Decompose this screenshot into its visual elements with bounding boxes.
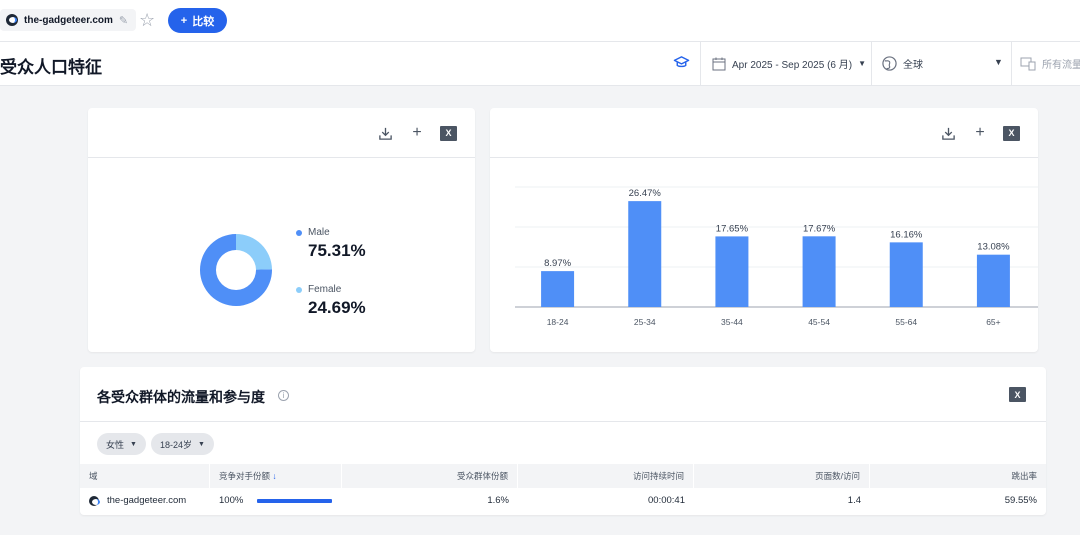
download-icon[interactable]	[376, 124, 394, 142]
legend-female-value: 24.69%	[308, 298, 366, 317]
row-visit-duration: 00:00:41	[648, 495, 685, 506]
site-name: the-gadgeteer.com	[24, 14, 113, 26]
data-label: 13.08%	[977, 242, 1010, 253]
region-label: 全球	[903, 60, 923, 71]
top-bar: the-gadgeteer.com ✎ ☆ + 比较	[0, 0, 1080, 42]
sort-arrow-down-icon: ↓	[272, 471, 277, 481]
plus-icon: +	[180, 14, 188, 27]
devices-icon	[1020, 57, 1036, 70]
column-header-audience-share[interactable]: 受众群体份额	[342, 464, 518, 488]
divider	[871, 42, 872, 86]
gender-card: + X Male 75.31% Female 24.69%	[88, 108, 475, 352]
page-title: 受众人口特征	[0, 58, 102, 77]
x-tick-label: 18-24	[547, 317, 569, 327]
divider	[80, 421, 1046, 422]
info-icon[interactable]: i	[278, 390, 289, 401]
traffic-label: 所有流量	[1042, 60, 1080, 71]
data-label: 16.16%	[890, 229, 923, 240]
data-label: 17.67%	[803, 223, 836, 234]
pencil-icon[interactable]: ✎	[119, 14, 128, 27]
legend-male: Male 75.31%	[296, 227, 366, 261]
column-header-pages-per-visit[interactable]: 页面数/访问	[694, 464, 870, 488]
x-tick-label: 35-44	[721, 317, 743, 327]
x-tick-label: 25-34	[634, 317, 656, 327]
star-icon[interactable]: ☆	[139, 9, 155, 31]
download-icon[interactable]	[939, 124, 957, 142]
age-card: + X 8.97% 18-24 26.47% 25-34 17.65% 35-44 17.6…	[490, 108, 1038, 352]
bar-65+[interactable]	[976, 254, 1010, 307]
filter-gender[interactable]: 女性 ▼	[97, 433, 146, 455]
region-selector[interactable]: 全球	[882, 56, 923, 71]
divider	[700, 42, 701, 86]
bar-55-64[interactable]	[889, 242, 923, 307]
x-tick-label: 65+	[986, 317, 1000, 327]
bar-35-44[interactable]	[715, 236, 749, 307]
slice-female	[236, 234, 272, 270]
card-header: + X	[490, 108, 1038, 158]
x-tick-label: 45-54	[808, 317, 830, 327]
filter-age[interactable]: 18-24岁 ▼	[151, 433, 214, 455]
caret-down-icon: ▼	[198, 440, 205, 448]
traffic-selector[interactable]: 所有流量	[1020, 56, 1080, 71]
row-bounce-rate: 59.55%	[1004, 495, 1037, 506]
competitor-share-bar	[257, 499, 332, 503]
filter-age-label: 18-24岁	[160, 439, 193, 450]
caret-down-icon: ▼	[130, 440, 137, 448]
filter-gender-label: 女性	[106, 439, 125, 450]
row-audience-share: 1.6%	[487, 495, 509, 506]
caret-down-icon[interactable]: ▼	[994, 57, 1003, 67]
bar-45-54[interactable]	[802, 236, 836, 307]
section-title: 各受众群体的流量和参与度	[97, 389, 265, 405]
bar-25-34[interactable]	[628, 201, 662, 307]
data-label: 26.47%	[629, 188, 662, 199]
legend-female: Female 24.69%	[296, 284, 366, 318]
data-label: 17.65%	[716, 223, 749, 234]
column-header-competitor-share[interactable]: 竞争对手份额 ↓	[210, 464, 342, 488]
calendar-icon	[712, 57, 726, 70]
row-domain: the-gadgeteer.com	[107, 495, 187, 506]
globe-icon	[882, 56, 897, 71]
legend-dot	[296, 286, 302, 293]
divider	[1011, 42, 1012, 86]
excel-icon[interactable]: X	[1003, 125, 1020, 141]
engagement-card: 各受众群体的流量和参与度 i X 女性 ▼ 18-24岁 ▼ 域 竞争对手份额 …	[80, 367, 1046, 515]
date-range-label: Apr 2025 - Sep 2025 (6 月)	[732, 60, 853, 71]
data-label: 8.97%	[544, 258, 571, 269]
column-header-domain[interactable]: 域	[80, 464, 210, 488]
gender-donut	[200, 234, 272, 306]
add-icon[interactable]: +	[408, 124, 426, 142]
x-tick-label: 55-64	[895, 317, 917, 327]
legend-male-label: Male	[308, 227, 330, 238]
caret-down-icon: ▼	[858, 59, 866, 68]
card-header: + X	[88, 108, 475, 158]
excel-icon[interactable]: X	[440, 125, 457, 141]
legend-male-value: 75.31%	[308, 241, 366, 260]
column-header-visit-duration[interactable]: 访问持续时间	[518, 464, 694, 488]
site-logo-icon	[89, 496, 100, 506]
compare-button[interactable]: + 比较	[168, 8, 227, 33]
legend-female-label: Female	[308, 284, 342, 295]
date-range-selector[interactable]: Apr 2025 - Sep 2025 (6 月) ▼	[712, 56, 866, 71]
legend-dot	[296, 229, 302, 236]
compare-label: 比较	[192, 15, 215, 28]
bar-18-24[interactable]	[541, 271, 575, 307]
page-header: 受众人口特征 Apr 2025 - Sep 2025 (6 月) ▼ 全球 ▼ …	[0, 42, 1080, 86]
row-pages-per-visit: 1.4	[847, 495, 861, 506]
graduation-cap-icon[interactable]	[673, 54, 690, 71]
table-row-domain[interactable]: the-gadgeteer.com	[80, 488, 210, 514]
excel-icon[interactable]: X	[1009, 387, 1026, 402]
column-header-bounce-rate[interactable]: 跳出率	[870, 464, 1046, 488]
site-logo-icon	[6, 14, 18, 26]
add-icon[interactable]: +	[971, 124, 989, 142]
age-bar-chart: 8.97% 18-24 26.47% 25-34 17.65% 35-44 17.67% 45…	[515, 186, 1038, 327]
site-chip[interactable]: the-gadgeteer.com ✎	[0, 9, 137, 31]
